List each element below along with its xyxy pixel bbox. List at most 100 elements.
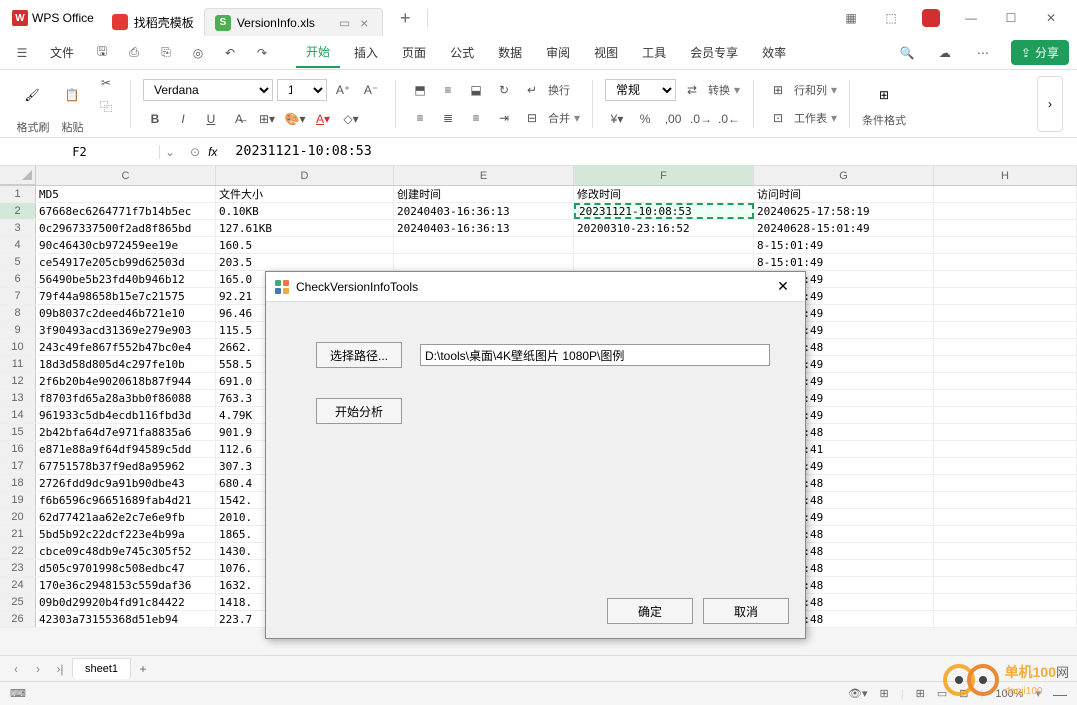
- undo-icon[interactable]: ↶: [216, 39, 244, 67]
- convert-button[interactable]: ⇄: [680, 80, 704, 100]
- align-right-button[interactable]: ≡: [464, 108, 488, 128]
- cell[interactable]: [934, 407, 1077, 423]
- cube-icon[interactable]: ⬚: [879, 6, 903, 30]
- cell[interactable]: [394, 237, 574, 253]
- row-header[interactable]: 11: [0, 356, 36, 372]
- row-header[interactable]: 13: [0, 390, 36, 406]
- cell[interactable]: 文件大小: [216, 186, 394, 202]
- italic-button[interactable]: I: [171, 109, 195, 129]
- cell[interactable]: [934, 254, 1077, 270]
- cell[interactable]: 访问时间: [754, 186, 934, 202]
- row-header[interactable]: 7: [0, 288, 36, 304]
- orientation-button[interactable]: ↻: [492, 80, 516, 100]
- menu-efficiency[interactable]: 效率: [752, 38, 796, 67]
- menu-data[interactable]: 数据: [488, 38, 532, 67]
- row-header[interactable]: 8: [0, 305, 36, 321]
- row-header[interactable]: 12: [0, 373, 36, 389]
- cell[interactable]: 创建时间: [394, 186, 574, 202]
- cell[interactable]: cbce09c48db9e745c305f52: [36, 543, 216, 559]
- cell[interactable]: f6b6596c96651689fab4d21: [36, 492, 216, 508]
- format-painter-button[interactable]: 🖌: [14, 80, 50, 110]
- increase-font-button[interactable]: A⁺: [331, 80, 355, 100]
- cell[interactable]: [934, 441, 1077, 457]
- save-icon[interactable]: 🖫: [88, 39, 116, 67]
- menu-vip[interactable]: 会员专享: [680, 38, 748, 67]
- view-grid-icon[interactable]: ⊞: [880, 687, 889, 700]
- cell[interactable]: [934, 288, 1077, 304]
- row-header[interactable]: 26: [0, 611, 36, 627]
- cell[interactable]: 56490be5b23fd40b946b12: [36, 271, 216, 287]
- zoom-level[interactable]: 100%: [995, 688, 1023, 700]
- path-input[interactable]: [420, 344, 770, 366]
- new-tab-button[interactable]: +: [391, 4, 419, 32]
- ribbon-expand-button[interactable]: ›: [1037, 76, 1063, 132]
- sheet-next-button[interactable]: ›: [28, 659, 48, 679]
- row-header[interactable]: 17: [0, 458, 36, 474]
- view-eye-icon[interactable]: 👁▾: [848, 687, 868, 700]
- font-family-select[interactable]: Verdana: [143, 79, 273, 101]
- font-color-button[interactable]: A▾: [311, 109, 335, 129]
- cell[interactable]: 67751578b37f9ed8a95962: [36, 458, 216, 474]
- cell[interactable]: 67668ec6264771f7b14b5ec: [36, 203, 216, 219]
- cell[interactable]: [934, 611, 1077, 627]
- decrease-font-button[interactable]: A⁻: [359, 80, 383, 100]
- view-page-icon[interactable]: ▭: [937, 687, 947, 700]
- row-header[interactable]: 23: [0, 560, 36, 576]
- cell[interactable]: 160.5: [216, 237, 394, 253]
- cell[interactable]: 961933c5db4ecdb116fbd3d: [36, 407, 216, 423]
- cell[interactable]: 203.5: [216, 254, 394, 270]
- formula-input[interactable]: [227, 144, 1077, 159]
- percent-button[interactable]: %: [633, 109, 657, 129]
- search-icon[interactable]: 🔍: [893, 39, 921, 67]
- cell[interactable]: [934, 305, 1077, 321]
- tab-document-active[interactable]: S VersionInfo.xls ▭ ×: [204, 8, 383, 36]
- cell[interactable]: [934, 203, 1077, 219]
- ok-button[interactable]: 确定: [607, 598, 693, 624]
- column-header[interactable]: D: [216, 166, 394, 185]
- cell[interactable]: [934, 543, 1077, 559]
- view-break-icon[interactable]: ⊡: [959, 687, 968, 700]
- close-icon[interactable]: ×: [356, 15, 372, 31]
- minimize-button[interactable]: —: [959, 6, 983, 30]
- cut-button[interactable]: ✂: [94, 73, 118, 93]
- dialog-close-button[interactable]: ✕: [769, 277, 797, 297]
- cell[interactable]: [934, 577, 1077, 593]
- align-center-button[interactable]: ≣: [436, 108, 460, 128]
- comma-button[interactable]: ,00: [661, 109, 685, 129]
- share-button[interactable]: ⇪ 分享: [1011, 40, 1069, 65]
- select-path-button[interactable]: 选择路径...: [316, 342, 402, 368]
- column-header[interactable]: H: [934, 166, 1077, 185]
- cell[interactable]: [934, 475, 1077, 491]
- indent-button[interactable]: ⇥: [492, 108, 516, 128]
- number-format-select[interactable]: 常规: [605, 79, 676, 101]
- paste-button[interactable]: 📋: [54, 80, 90, 110]
- menu-review[interactable]: 审阅: [536, 38, 580, 67]
- cell[interactable]: [934, 220, 1077, 236]
- cell[interactable]: [934, 237, 1077, 253]
- cell[interactable]: e871e88a9f64df94589c5dd: [36, 441, 216, 457]
- cell[interactable]: 20240403-16:36:13: [394, 203, 574, 219]
- redo-icon[interactable]: ↷: [248, 39, 276, 67]
- cell[interactable]: 127.61KB: [216, 220, 394, 236]
- row-header[interactable]: 3: [0, 220, 36, 236]
- cell[interactable]: 2f6b20b4e9020618b87f944: [36, 373, 216, 389]
- cell[interactable]: 79f44a98658b15e7c21575: [36, 288, 216, 304]
- more-icon[interactable]: ⋯: [969, 39, 997, 67]
- status-mode-icon[interactable]: ⌨: [10, 687, 26, 700]
- maximize-button[interactable]: ☐: [999, 6, 1023, 30]
- row-header[interactable]: 5: [0, 254, 36, 270]
- cell[interactable]: 20240628-15:01:49: [754, 220, 934, 236]
- bold-button[interactable]: B: [143, 109, 167, 129]
- cell-reference[interactable]: F2: [0, 145, 160, 159]
- select-all-corner[interactable]: [0, 166, 36, 185]
- view-normal-icon[interactable]: ⊞: [916, 687, 925, 700]
- column-header[interactable]: C: [36, 166, 216, 185]
- cell[interactable]: 2b42bfa64d7e971fa8835a6: [36, 424, 216, 440]
- row-header[interactable]: 25: [0, 594, 36, 610]
- cell[interactable]: f8703fd65a28a3bb0f86088: [36, 390, 216, 406]
- cell[interactable]: [934, 526, 1077, 542]
- worksheet-button[interactable]: ⊡: [766, 108, 790, 128]
- cancel-button[interactable]: 取消: [703, 598, 789, 624]
- cell[interactable]: 90c46430cb972459ee19e: [36, 237, 216, 253]
- cell[interactable]: [934, 271, 1077, 287]
